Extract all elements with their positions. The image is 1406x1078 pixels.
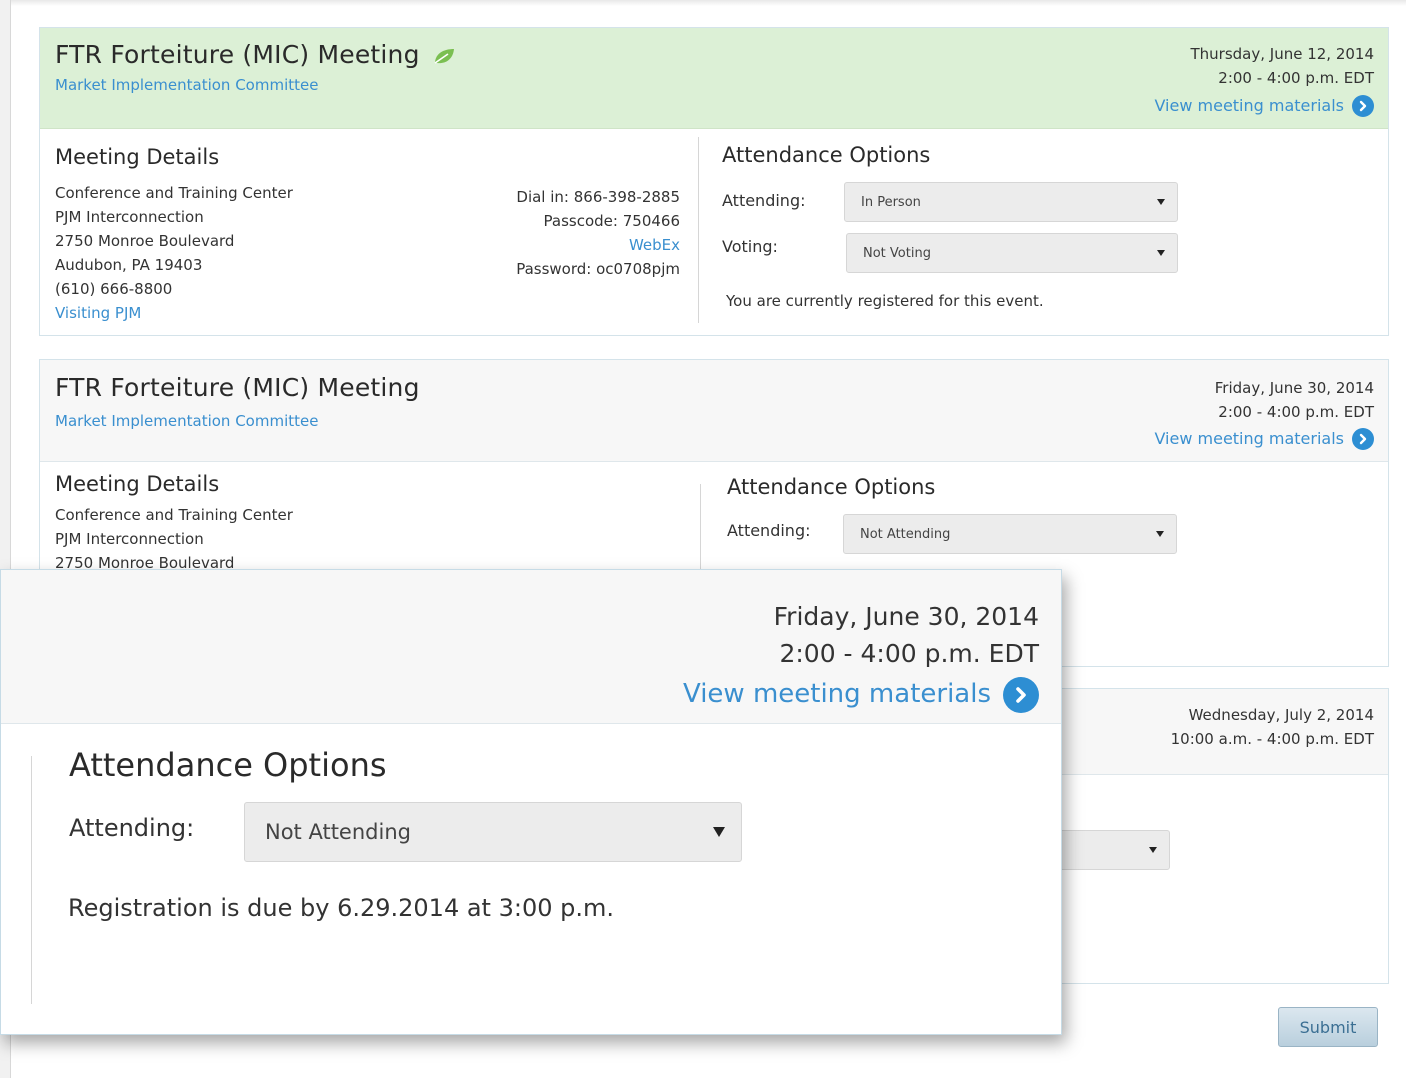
address-line: PJM Interconnection [55, 208, 204, 226]
attending-label: Attending: [727, 521, 811, 540]
meeting-header-1: FTR Forteiture (MIC) Meeting Market Impl… [40, 28, 1388, 129]
committee-link[interactable]: Market Implementation Committee [55, 76, 318, 94]
column-divider [698, 137, 699, 323]
address-line: Conference and Training Center [55, 506, 293, 524]
address-line: Audubon, PA 19403 [55, 256, 203, 274]
meeting-title[interactable]: FTR Forteiture (MIC) Meeting [55, 373, 420, 402]
column-divider [31, 756, 32, 1004]
committee-link[interactable]: Market Implementation Committee [55, 412, 318, 430]
dial-in-number: Dial in: 866-398-2885 [516, 188, 680, 206]
zoom-header: Friday, June 30, 2014 2:00 - 4:00 p.m. E… [1, 570, 1061, 724]
passcode: Passcode: 750466 [543, 212, 680, 230]
registration-due-text: Registration is due by 6.29.2014 at 3:00… [68, 894, 614, 922]
attending-select-value: Not Attending [860, 526, 951, 542]
caret-down-icon [713, 827, 725, 837]
meeting-date: Wednesday, July 2, 2014 [1188, 706, 1374, 724]
registration-status: You are currently registered for this ev… [726, 292, 1044, 310]
meeting-title[interactable]: FTR Forteiture (MIC) Meeting [55, 40, 456, 69]
caret-down-icon [1157, 199, 1165, 205]
attending-label: Attending: [722, 191, 806, 210]
view-materials-label[interactable]: View meeting materials [1154, 94, 1344, 118]
webex-link[interactable]: WebEx [516, 233, 680, 257]
zoom-time: 2:00 - 4:00 p.m. EDT [779, 639, 1039, 668]
caret-down-icon [1156, 531, 1164, 537]
visiting-pjm-link[interactable]: Visiting PJM [55, 301, 293, 325]
meeting-header-2: FTR Forteiture (MIC) Meeting Market Impl… [40, 360, 1388, 462]
meeting-details-title: Meeting Details [55, 472, 220, 496]
view-materials-link[interactable]: View meeting materials [683, 676, 1039, 713]
caret-down-icon [1157, 250, 1165, 256]
meeting-address: Conference and Training Center PJM Inter… [55, 181, 293, 325]
chevron-right-circle-icon[interactable] [1003, 676, 1039, 713]
attending-select[interactable]: In Person [844, 182, 1178, 222]
phone-number: (610) 666-8800 [55, 280, 173, 298]
attendance-options-title: Attendance Options [727, 475, 936, 499]
submit-button[interactable]: Submit [1278, 1007, 1378, 1047]
meeting-time: 2:00 - 4:00 p.m. EDT [1218, 69, 1374, 87]
meeting-date: Thursday, June 12, 2014 [1190, 45, 1374, 63]
view-materials-label[interactable]: View meeting materials [683, 676, 991, 713]
zoom-callout: Friday, June 30, 2014 2:00 - 4:00 p.m. E… [0, 569, 1062, 1035]
meeting-time: 10:00 a.m. - 4:00 p.m. EDT [1170, 730, 1374, 748]
view-materials-link[interactable]: View meeting materials [1154, 94, 1374, 118]
voting-select[interactable]: Not Voting [846, 233, 1178, 273]
meeting-details-title: Meeting Details [55, 145, 220, 169]
meeting-date: Friday, June 30, 2014 [1214, 379, 1374, 397]
leaf-icon [434, 49, 454, 64]
webex-password: Password: oc0708pjm [516, 260, 680, 278]
dial-in-info: Dial in: 866-398-2885 Passcode: 750466 W… [516, 185, 680, 281]
attending-label: Attending: [69, 814, 195, 842]
meeting-datetime: Wednesday, July 2, 2014 10:00 a.m. - 4:0… [1171, 703, 1374, 751]
view-materials-link[interactable]: View meeting materials [1154, 427, 1374, 451]
attendance-options-title: Attendance Options [722, 143, 931, 167]
meeting-card-1: FTR Forteiture (MIC) Meeting Market Impl… [39, 27, 1389, 336]
voting-select-value: Not Voting [863, 245, 931, 261]
attendance-options-title: Attendance Options [69, 746, 387, 784]
zoom-date: Friday, June 30, 2014 [773, 602, 1039, 631]
top-strip [11, 0, 1406, 6]
address-line: 2750 Monroe Boulevard [55, 232, 235, 250]
address-line: PJM Interconnection [55, 530, 204, 548]
meeting-title-text[interactable]: FTR Forteiture (MIC) Meeting [55, 40, 420, 69]
chevron-right-circle-icon[interactable] [1352, 95, 1374, 117]
voting-label: Voting: [722, 237, 778, 256]
attending-select[interactable]: Not Attending [244, 802, 742, 862]
zoom-datetime: Friday, June 30, 2014 2:00 - 4:00 p.m. E… [683, 598, 1039, 713]
meeting-datetime: Friday, June 30, 2014 2:00 - 4:00 p.m. E… [1154, 376, 1374, 451]
chevron-right-circle-icon[interactable] [1352, 428, 1374, 450]
meeting-address: Conference and Training Center PJM Inter… [55, 503, 293, 575]
caret-down-icon [1149, 847, 1157, 853]
meeting-time: 2:00 - 4:00 p.m. EDT [1218, 403, 1374, 421]
attending-select-value: Not Attending [265, 820, 411, 844]
view-materials-label[interactable]: View meeting materials [1154, 427, 1344, 451]
meeting-datetime: Thursday, June 12, 2014 2:00 - 4:00 p.m.… [1154, 42, 1374, 118]
attending-select-value: In Person [861, 194, 921, 210]
attending-select[interactable]: Not Attending [843, 514, 1177, 554]
address-line: Conference and Training Center [55, 184, 293, 202]
